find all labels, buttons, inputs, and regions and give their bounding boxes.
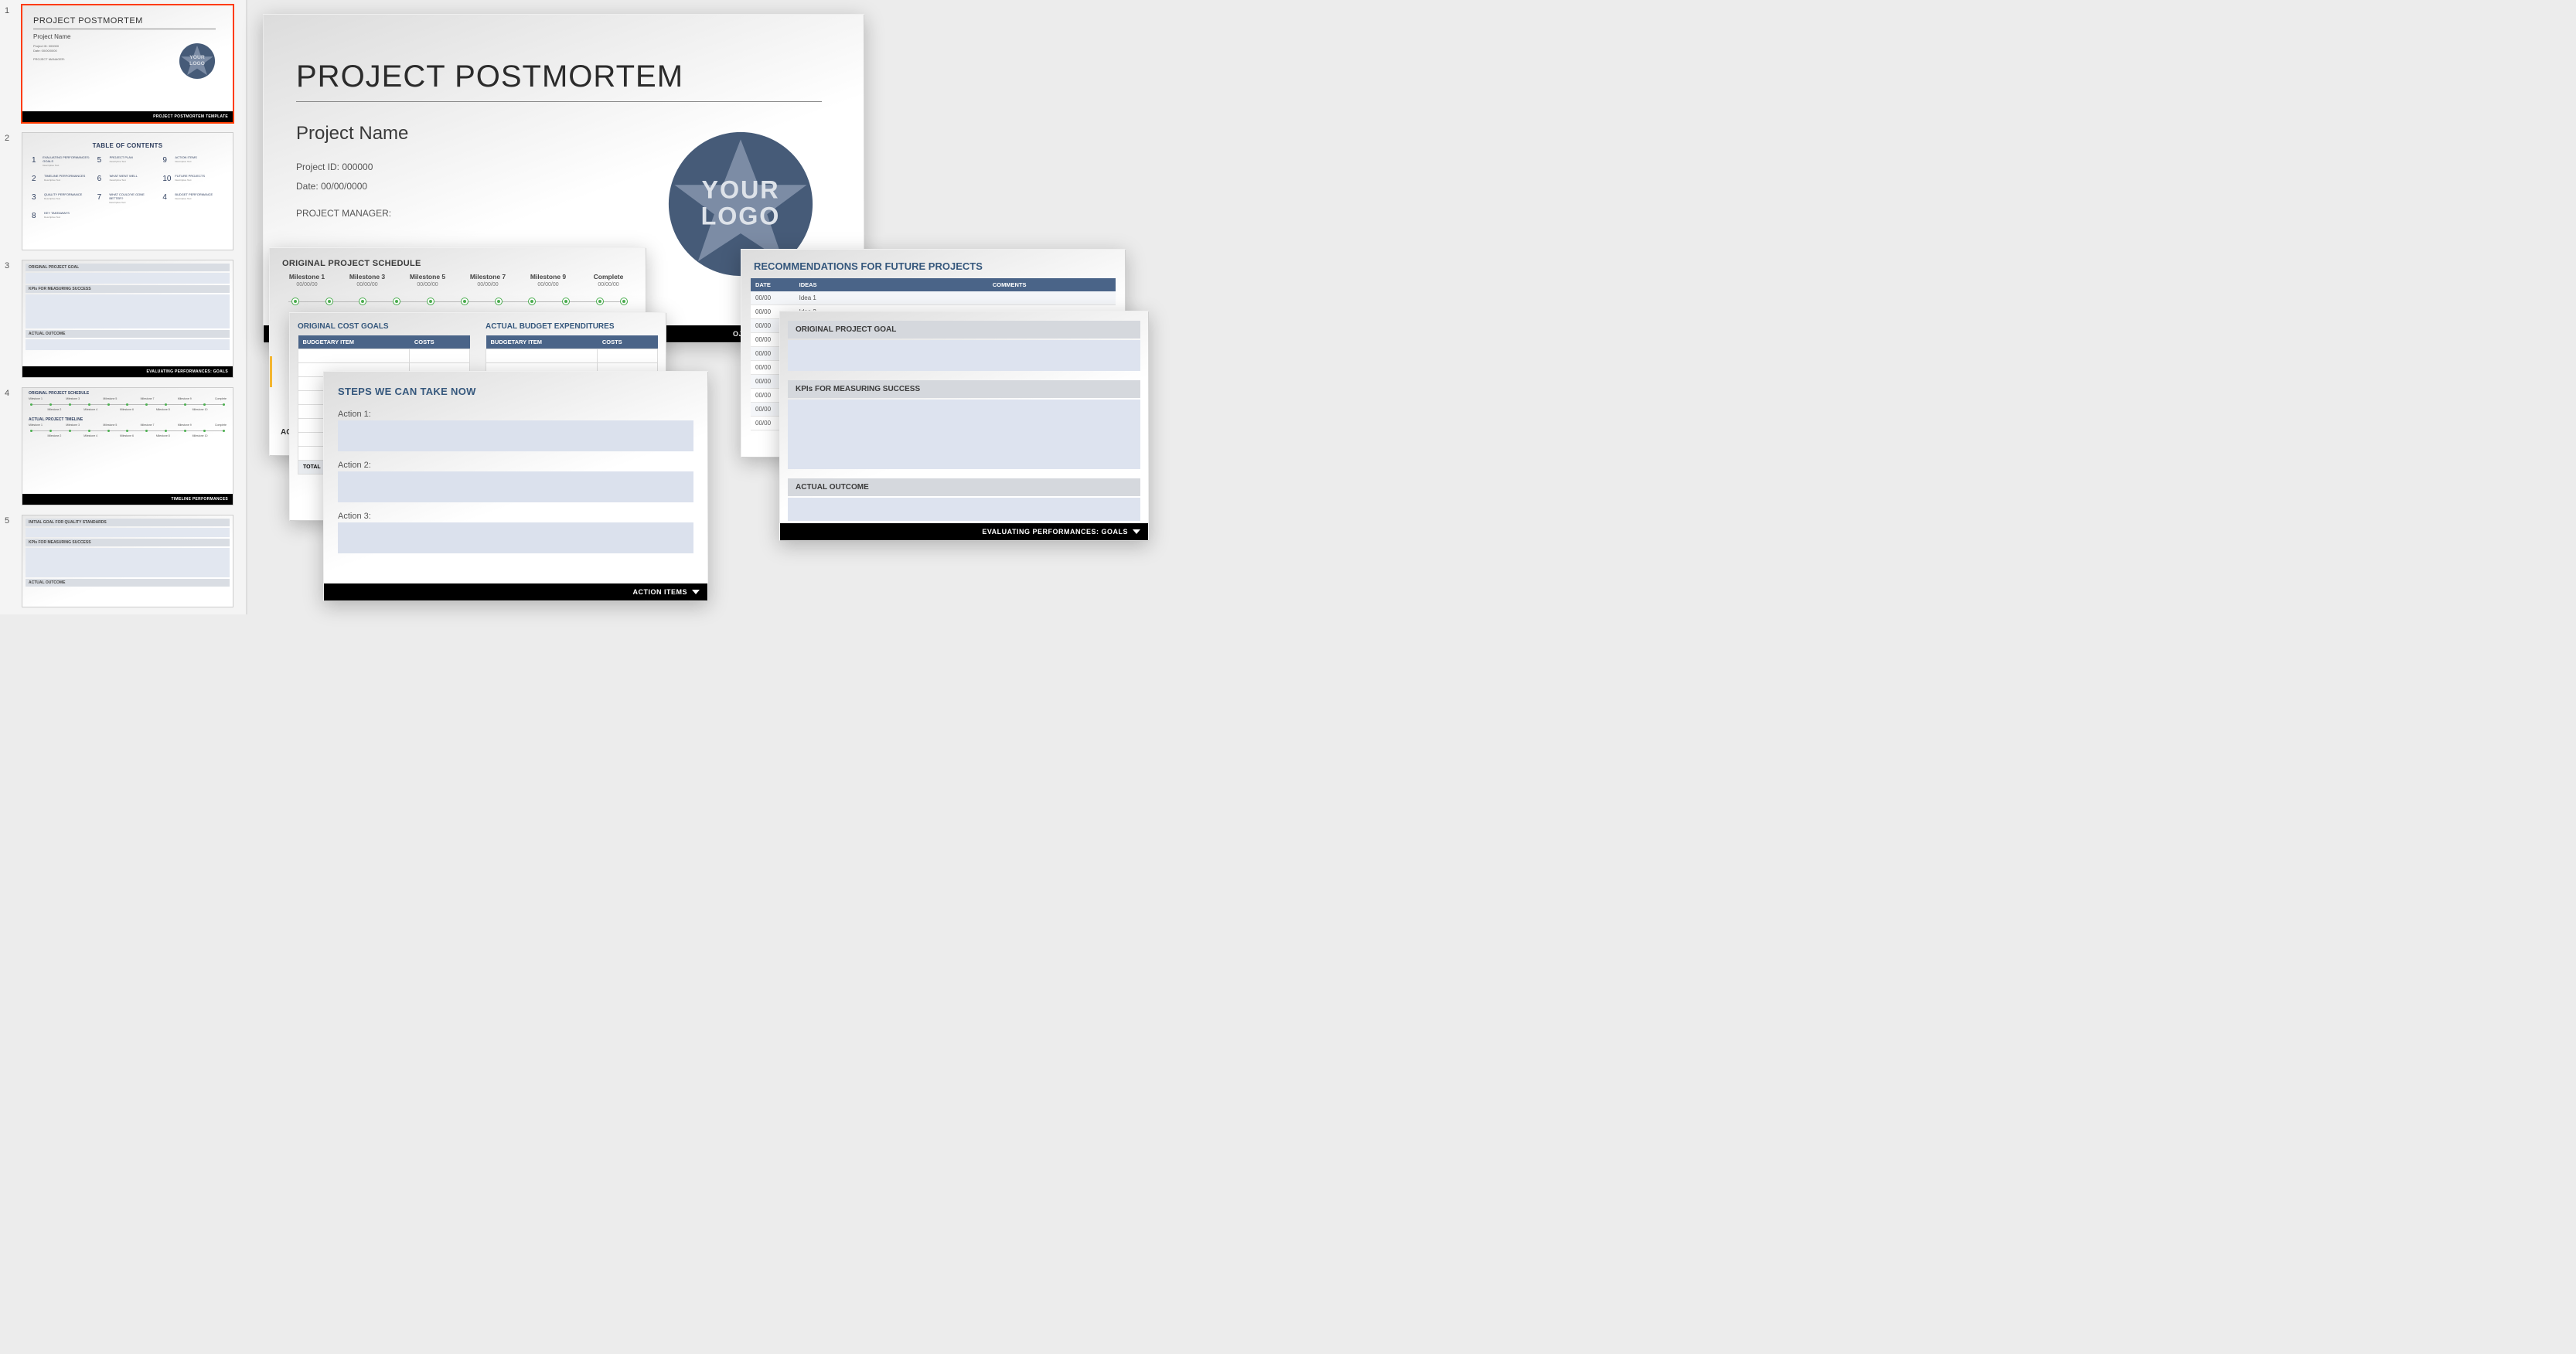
goal-footer: EVALUATING PERFORMANCES: GOALS	[780, 523, 1148, 540]
thumb-number-1: 1	[5, 5, 22, 123]
action-2-box	[338, 471, 693, 502]
thumb3-footer: EVALUATING PERFORMANCES: GOALS	[22, 366, 233, 377]
slide-thumb-4[interactable]: ORIGINAL PROJECT SCHEDULE Milestone 1Mil…	[22, 387, 233, 505]
thumb1-sub: Project Name	[33, 33, 70, 40]
action-2-label: Action 2:	[324, 456, 707, 471]
goal-body-1	[788, 340, 1140, 371]
svg-text:YOUR: YOUR	[189, 55, 205, 60]
thumb1-footer: PROJECT POSTMORTEM TEMPLATE	[22, 111, 233, 122]
thumb-number-3: 3	[5, 260, 22, 378]
thumb1-title: PROJECT POSTMORTEM	[33, 16, 143, 26]
chevron-down-icon	[692, 590, 700, 594]
thumb-number-4: 4	[5, 387, 22, 505]
goal-body-2	[788, 400, 1140, 469]
steps-footer: ACTION ITEMS	[324, 583, 707, 600]
action-3-box	[338, 522, 693, 553]
schedule-title: ORIGINAL PROJECT SCHEDULE	[270, 248, 646, 273]
project-meta: Project ID: 000000 Date: 00/00/0000 PROJ…	[296, 158, 391, 224]
svg-text:LOGO: LOGO	[189, 61, 205, 66]
steps-card[interactable]: STEPS WE CAN TAKE NOW Action 1: Action 2…	[323, 371, 708, 601]
goal-h2: KPIs FOR MEASURING SUCCESS	[788, 380, 1140, 398]
thumb-number-2: 2	[5, 132, 22, 250]
goal-card[interactable]: ORIGINAL PROJECT GOAL KPIs FOR MEASURING…	[779, 311, 1149, 541]
slide-thumb-2[interactable]: TABLE OF CONTENTS 1EVALUATING PERFORMANC…	[22, 132, 233, 250]
thumb-number-5: 5	[5, 515, 22, 607]
slide-thumb-3[interactable]: ORIGINAL PROJECT GOAL KPIs FOR MEASURING…	[22, 260, 233, 378]
cost-left-title: ORIGINAL COST GOALS	[298, 313, 470, 335]
recs-title: RECOMMENDATIONS FOR FUTURE PROJECTS	[741, 250, 1125, 278]
slide-thumb-5[interactable]: INITIAL GOAL FOR QUALITY STANDARDS KPIs …	[22, 515, 233, 607]
schedule-milestones: Milestone 100/00/00 Milestone 300/00/00 …	[270, 273, 646, 287]
thumb1-logo: YOURLOGO	[179, 43, 216, 80]
thumb2-title: TABLE OF CONTENTS	[22, 142, 233, 149]
timeline-dots	[288, 294, 627, 309]
thumb2-toc: 1EVALUATING PERFORMANCES: GOALSDescripti…	[32, 156, 223, 236]
slide-canvas[interactable]: PROJECT POSTMORTEM Project Name Project …	[247, 0, 1160, 614]
chevron-down-icon	[1133, 529, 1140, 534]
cost-right-title: ACTUAL BUDGET EXPENDITURES	[486, 313, 658, 335]
goal-h3: ACTUAL OUTCOME	[788, 478, 1140, 496]
goal-body-3	[788, 498, 1140, 521]
svg-text:YOUR: YOUR	[702, 175, 780, 203]
action-3-label: Action 3:	[324, 507, 707, 522]
svg-text:LOGO: LOGO	[701, 202, 781, 230]
project-name: Project Name	[296, 123, 408, 145]
slide-title: PROJECT POSTMORTEM	[296, 60, 683, 94]
steps-title: STEPS WE CAN TAKE NOW	[324, 372, 707, 405]
thumb4-footer: TIMELINE PERFORMANCES	[22, 494, 233, 505]
slide-thumb-1[interactable]: PROJECT POSTMORTEM Project Name Project …	[22, 5, 233, 123]
goal-h1: ORIGINAL PROJECT GOAL	[788, 321, 1140, 338]
action-1-label: Action 1:	[324, 405, 707, 420]
thumbnail-panel: 1 PROJECT POSTMORTEM Project Name Projec…	[0, 0, 246, 614]
thumb1-meta: Project ID: 000000 Date: 00/00/0000 PROJ…	[33, 44, 65, 62]
action-1-box	[338, 420, 693, 451]
